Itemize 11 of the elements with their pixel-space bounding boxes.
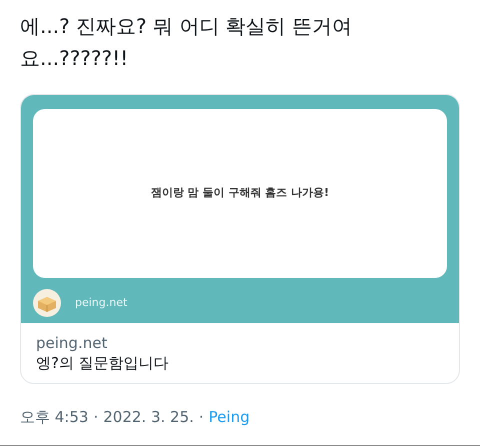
box-icon [33, 289, 61, 317]
question-text: 잼이랑 맘 둘이 구해줘 홈즈 나가용! [150, 185, 330, 202]
separator: · [198, 407, 204, 428]
link-card[interactable]: 잼이랑 맘 둘이 구해줘 홈즈 나가용! peing.net peing.net 엥?의 질문함입니다 [20, 94, 460, 384]
card-title: 엥?의 질문함입니다 [36, 353, 170, 373]
tweet-date: 2022. 3. 25. [103, 407, 194, 428]
separator: · [93, 407, 98, 428]
tweet-time: 오후 4:53 [20, 407, 88, 428]
tweet-text: 에...? 진짜요? 뭐 어디 확실히 뜬거여요...?????!! [20, 13, 354, 72]
site-label: peing.net [75, 294, 128, 311]
card-domain: peing.net [36, 333, 108, 353]
